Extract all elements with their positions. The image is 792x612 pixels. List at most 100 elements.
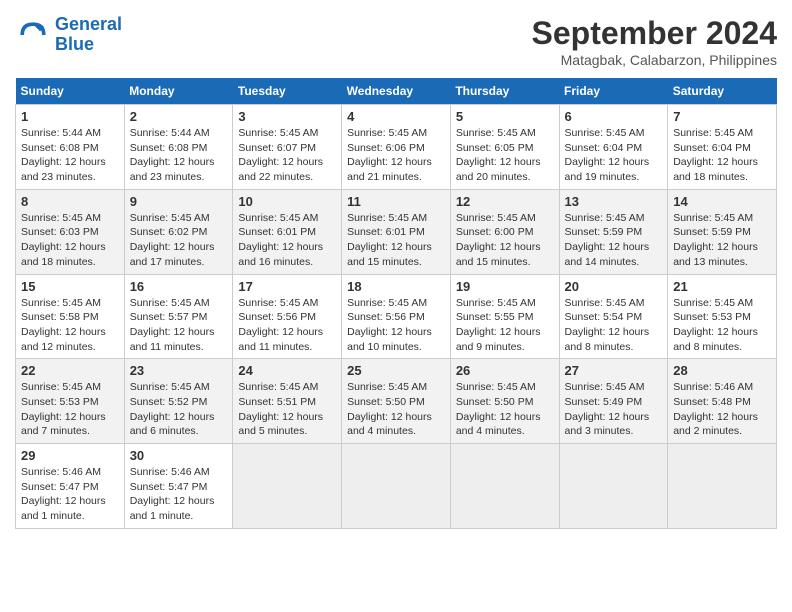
sunrise-label: Sunrise: 5:45 AM	[456, 127, 536, 139]
calendar-week-row: 22 Sunrise: 5:45 AM Sunset: 5:53 PM Dayl…	[16, 359, 777, 444]
daylight-label: Daylight: 12 hours and 1 minute.	[130, 495, 215, 522]
sunset-label: Sunset: 6:08 PM	[21, 142, 99, 154]
sunset-label: Sunset: 5:59 PM	[565, 226, 643, 238]
daylight-label: Daylight: 12 hours and 21 minutes.	[347, 156, 432, 183]
sunrise-label: Sunrise: 5:45 AM	[130, 381, 210, 393]
sunrise-label: Sunrise: 5:45 AM	[565, 212, 645, 224]
calendar-week-row: 15 Sunrise: 5:45 AM Sunset: 5:58 PM Dayl…	[16, 274, 777, 359]
day-info: Sunrise: 5:45 AM Sunset: 6:03 PM Dayligh…	[21, 211, 119, 270]
sunrise-label: Sunrise: 5:44 AM	[130, 127, 210, 139]
sunrise-label: Sunrise: 5:45 AM	[565, 127, 645, 139]
day-number: 24	[238, 363, 336, 378]
day-info: Sunrise: 5:45 AM Sunset: 5:59 PM Dayligh…	[673, 211, 771, 270]
day-info: Sunrise: 5:45 AM Sunset: 5:59 PM Dayligh…	[565, 211, 663, 270]
sunset-label: Sunset: 6:07 PM	[238, 142, 316, 154]
day-info: Sunrise: 5:45 AM Sunset: 5:54 PM Dayligh…	[565, 296, 663, 355]
sunrise-label: Sunrise: 5:45 AM	[347, 381, 427, 393]
calendar-cell: 10 Sunrise: 5:45 AM Sunset: 6:01 PM Dayl…	[233, 189, 342, 274]
day-info: Sunrise: 5:45 AM Sunset: 6:04 PM Dayligh…	[565, 126, 663, 185]
calendar-cell: 28 Sunrise: 5:46 AM Sunset: 5:48 PM Dayl…	[668, 359, 777, 444]
calendar-cell: 15 Sunrise: 5:45 AM Sunset: 5:58 PM Dayl…	[16, 274, 125, 359]
day-number: 30	[130, 448, 228, 463]
sunrise-label: Sunrise: 5:45 AM	[21, 297, 101, 309]
day-number: 29	[21, 448, 119, 463]
day-number: 5	[456, 109, 554, 124]
day-number: 28	[673, 363, 771, 378]
calendar-cell: 17 Sunrise: 5:45 AM Sunset: 5:56 PM Dayl…	[233, 274, 342, 359]
sunrise-label: Sunrise: 5:45 AM	[238, 297, 318, 309]
day-number: 4	[347, 109, 445, 124]
sunset-label: Sunset: 6:04 PM	[565, 142, 643, 154]
day-number: 18	[347, 279, 445, 294]
day-info: Sunrise: 5:46 AM Sunset: 5:48 PM Dayligh…	[673, 380, 771, 439]
day-number: 13	[565, 194, 663, 209]
daylight-label: Daylight: 12 hours and 23 minutes.	[130, 156, 215, 183]
sunrise-label: Sunrise: 5:44 AM	[21, 127, 101, 139]
day-info: Sunrise: 5:45 AM Sunset: 6:01 PM Dayligh…	[347, 211, 445, 270]
sunrise-label: Sunrise: 5:45 AM	[565, 297, 645, 309]
day-info: Sunrise: 5:45 AM Sunset: 6:00 PM Dayligh…	[456, 211, 554, 270]
day-number: 8	[21, 194, 119, 209]
sunset-label: Sunset: 5:48 PM	[673, 396, 751, 408]
daylight-label: Daylight: 12 hours and 2 minutes.	[673, 411, 758, 438]
day-info: Sunrise: 5:45 AM Sunset: 6:05 PM Dayligh…	[456, 126, 554, 185]
daylight-label: Daylight: 12 hours and 18 minutes.	[21, 241, 106, 268]
day-number: 15	[21, 279, 119, 294]
header-wednesday: Wednesday	[342, 78, 451, 105]
calendar-cell: 13 Sunrise: 5:45 AM Sunset: 5:59 PM Dayl…	[559, 189, 668, 274]
sunset-label: Sunset: 6:00 PM	[456, 226, 534, 238]
calendar-cell	[668, 444, 777, 529]
daylight-label: Daylight: 12 hours and 4 minutes.	[347, 411, 432, 438]
day-number: 6	[565, 109, 663, 124]
day-number: 21	[673, 279, 771, 294]
sunset-label: Sunset: 6:01 PM	[238, 226, 316, 238]
day-number: 14	[673, 194, 771, 209]
sunrise-label: Sunrise: 5:45 AM	[673, 212, 753, 224]
day-info: Sunrise: 5:45 AM Sunset: 6:04 PM Dayligh…	[673, 126, 771, 185]
day-number: 27	[565, 363, 663, 378]
sunrise-label: Sunrise: 5:45 AM	[130, 297, 210, 309]
sunrise-label: Sunrise: 5:46 AM	[21, 466, 101, 478]
sunset-label: Sunset: 5:47 PM	[130, 481, 208, 493]
day-info: Sunrise: 5:45 AM Sunset: 5:51 PM Dayligh…	[238, 380, 336, 439]
day-number: 23	[130, 363, 228, 378]
daylight-label: Daylight: 12 hours and 20 minutes.	[456, 156, 541, 183]
day-info: Sunrise: 5:45 AM Sunset: 5:50 PM Dayligh…	[347, 380, 445, 439]
calendar-cell: 20 Sunrise: 5:45 AM Sunset: 5:54 PM Dayl…	[559, 274, 668, 359]
daylight-label: Daylight: 12 hours and 4 minutes.	[456, 411, 541, 438]
daylight-label: Daylight: 12 hours and 12 minutes.	[21, 326, 106, 353]
daylight-label: Daylight: 12 hours and 18 minutes.	[673, 156, 758, 183]
sunset-label: Sunset: 6:04 PM	[673, 142, 751, 154]
day-number: 26	[456, 363, 554, 378]
daylight-label: Daylight: 12 hours and 16 minutes.	[238, 241, 323, 268]
calendar-cell: 12 Sunrise: 5:45 AM Sunset: 6:00 PM Dayl…	[450, 189, 559, 274]
calendar-cell: 27 Sunrise: 5:45 AM Sunset: 5:49 PM Dayl…	[559, 359, 668, 444]
calendar-cell	[342, 444, 451, 529]
day-number: 1	[21, 109, 119, 124]
day-info: Sunrise: 5:45 AM Sunset: 5:50 PM Dayligh…	[456, 380, 554, 439]
calendar-cell: 9 Sunrise: 5:45 AM Sunset: 6:02 PM Dayli…	[124, 189, 233, 274]
sunset-label: Sunset: 6:08 PM	[130, 142, 208, 154]
day-number: 19	[456, 279, 554, 294]
logo-icon	[15, 17, 51, 53]
sunset-label: Sunset: 6:05 PM	[456, 142, 534, 154]
day-info: Sunrise: 5:46 AM Sunset: 5:47 PM Dayligh…	[21, 465, 119, 524]
day-info: Sunrise: 5:45 AM Sunset: 6:07 PM Dayligh…	[238, 126, 336, 185]
day-info: Sunrise: 5:45 AM Sunset: 5:53 PM Dayligh…	[21, 380, 119, 439]
day-info: Sunrise: 5:45 AM Sunset: 5:57 PM Dayligh…	[130, 296, 228, 355]
daylight-label: Daylight: 12 hours and 15 minutes.	[347, 241, 432, 268]
sunrise-label: Sunrise: 5:46 AM	[673, 381, 753, 393]
calendar-cell: 2 Sunrise: 5:44 AM Sunset: 6:08 PM Dayli…	[124, 105, 233, 190]
calendar-cell: 26 Sunrise: 5:45 AM Sunset: 5:50 PM Dayl…	[450, 359, 559, 444]
daylight-label: Daylight: 12 hours and 11 minutes.	[238, 326, 323, 353]
sunset-label: Sunset: 5:53 PM	[21, 396, 99, 408]
daylight-label: Daylight: 12 hours and 9 minutes.	[456, 326, 541, 353]
sunset-label: Sunset: 5:56 PM	[347, 311, 425, 323]
calendar-cell	[233, 444, 342, 529]
calendar-cell: 22 Sunrise: 5:45 AM Sunset: 5:53 PM Dayl…	[16, 359, 125, 444]
day-info: Sunrise: 5:44 AM Sunset: 6:08 PM Dayligh…	[21, 126, 119, 185]
day-info: Sunrise: 5:45 AM Sunset: 5:56 PM Dayligh…	[238, 296, 336, 355]
daylight-label: Daylight: 12 hours and 3 minutes.	[565, 411, 650, 438]
daylight-label: Daylight: 12 hours and 23 minutes.	[21, 156, 106, 183]
daylight-label: Daylight: 12 hours and 7 minutes.	[21, 411, 106, 438]
